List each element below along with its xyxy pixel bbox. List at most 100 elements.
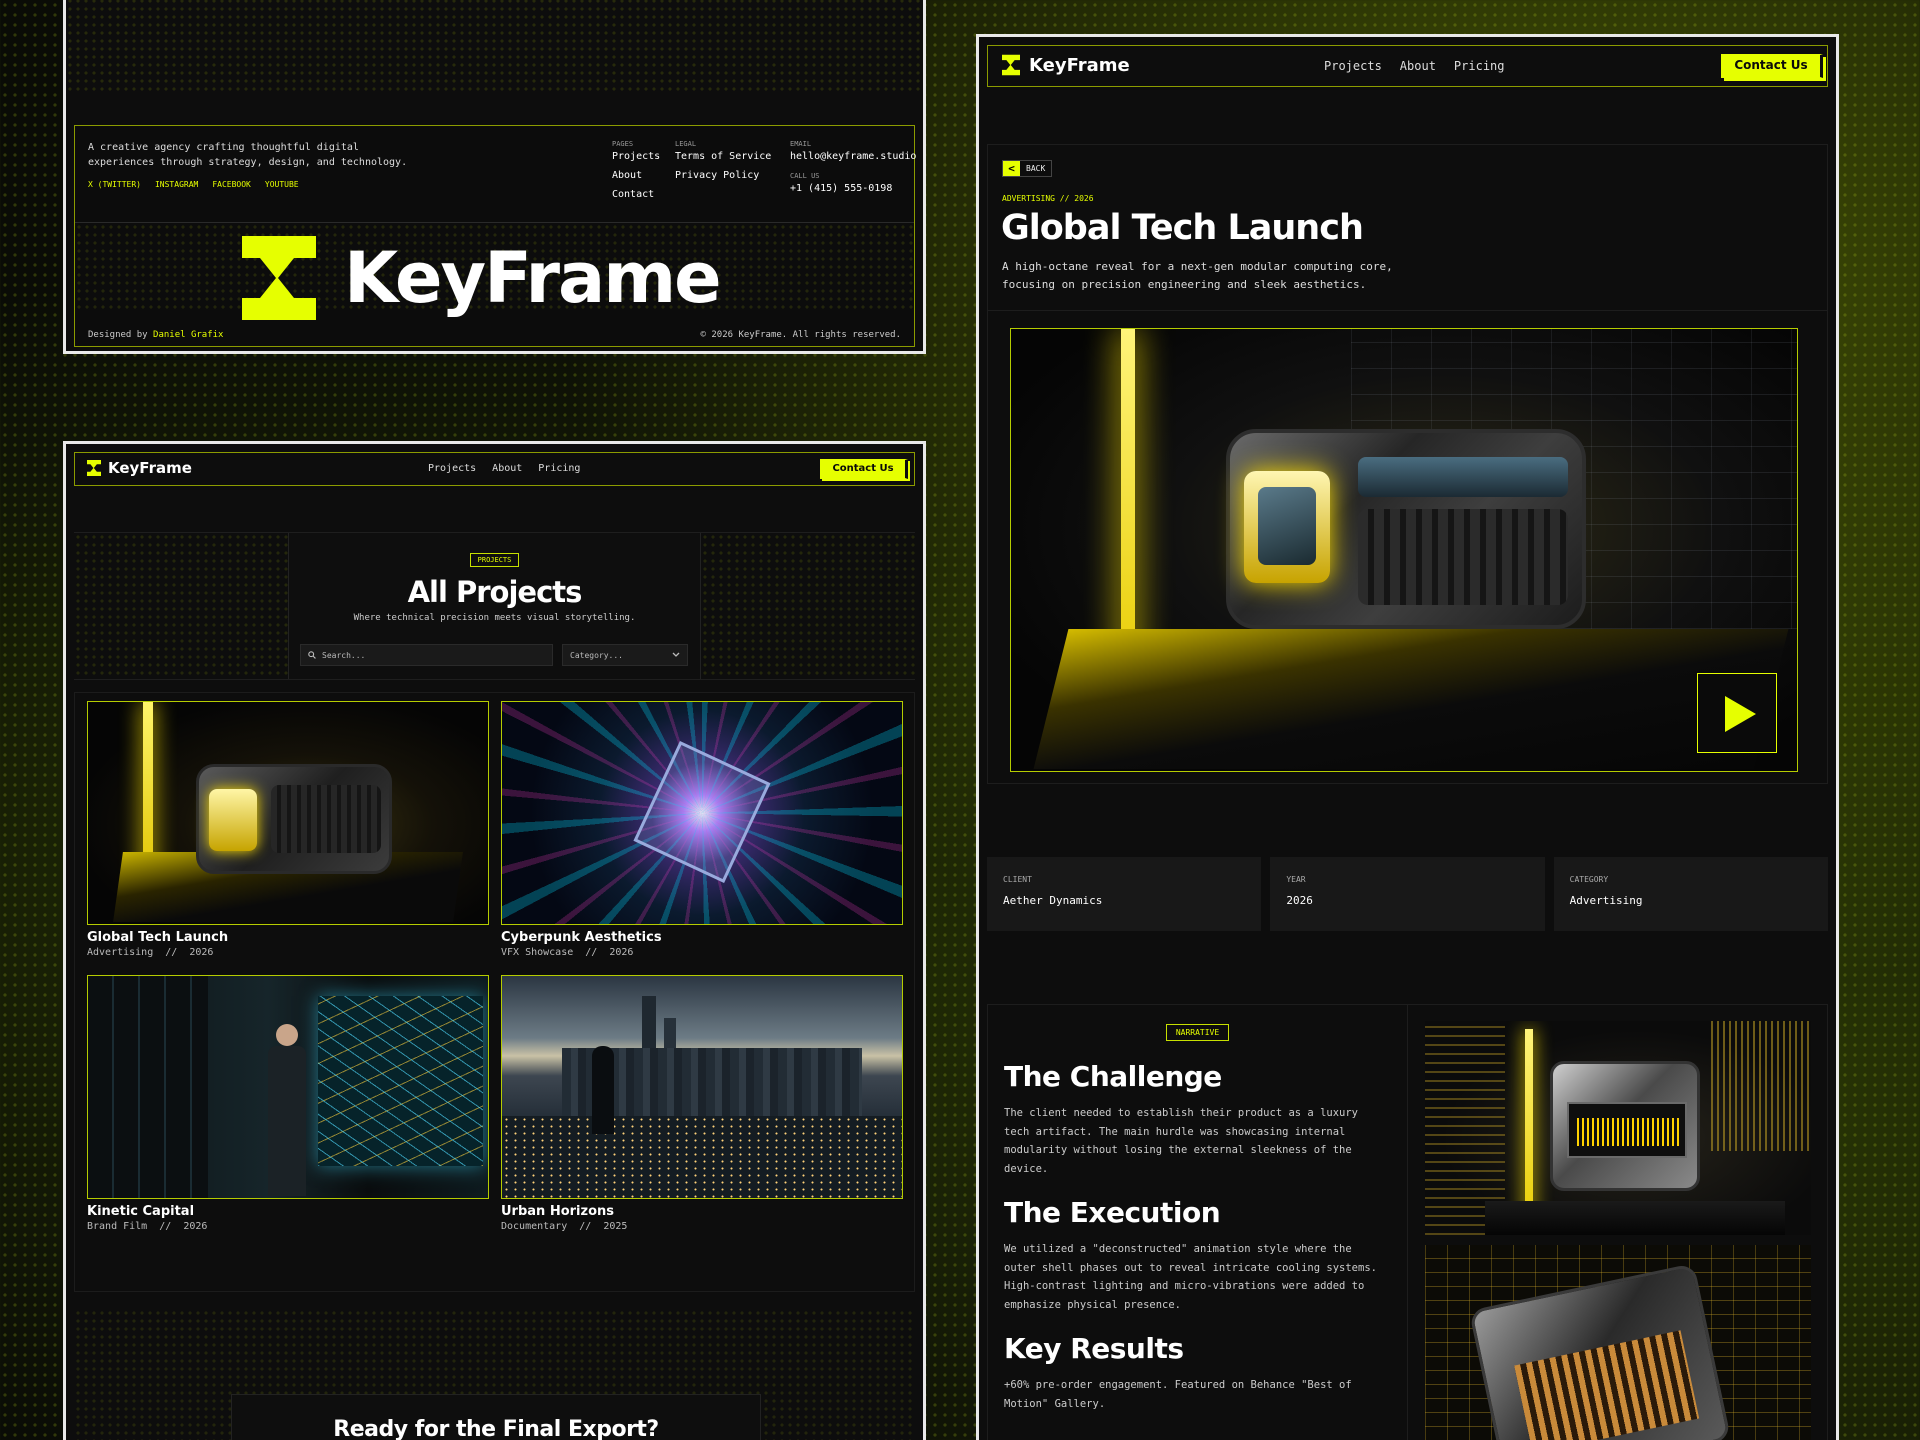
detail-hero: < BACK ADVERTISING // 2026 Global Tech L… xyxy=(987,144,1828,784)
video-player[interactable] xyxy=(1010,328,1798,772)
execution-line-4: emphasize physical presence. xyxy=(1004,1298,1182,1311)
big-logo-mark-icon xyxy=(242,236,316,320)
detail-description-line-1: A high-octane reveal for a next-gen modu… xyxy=(1002,260,1393,273)
project-card-meta-3: Brand Film // 2026 xyxy=(87,1221,208,1232)
project-card-meta-1: Advertising // 2026 xyxy=(87,947,214,958)
footer-phone[interactable]: +1 (415) 555-0198 xyxy=(790,183,916,194)
footer-link-contact[interactable]: Contact xyxy=(612,189,660,200)
social-link-x[interactable]: X (TWITTER) xyxy=(88,180,141,189)
footer-link-projects[interactable]: Projects xyxy=(612,151,660,162)
results-line-2: Motion" Gallery. xyxy=(1004,1397,1106,1410)
project-card-image-1[interactable] xyxy=(87,701,489,925)
detail-header-brand[interactable]: KeyFrame xyxy=(1002,54,1130,76)
footer-pages-label: PAGES xyxy=(612,140,634,148)
projects-tag: PROJECTS xyxy=(469,553,520,567)
footer-legal-label: LEGAL xyxy=(675,140,697,148)
detail-description-line-2: focusing on precision engineering and sl… xyxy=(1002,278,1367,291)
narrative-section: NARRATIVE The Challenge The client neede… xyxy=(987,1004,1828,1440)
footer-pages-column: PAGES Projects About Contact xyxy=(612,140,660,200)
hero-left-texture xyxy=(74,533,288,679)
search-input[interactable]: Search... xyxy=(300,644,553,666)
header-nav: Projects About Pricing xyxy=(428,463,580,474)
project-card-image-3[interactable] xyxy=(87,975,489,1199)
results-line-1: +60% pre-order engagement. Featured on B… xyxy=(1004,1379,1352,1391)
footer-link-privacy[interactable]: Privacy Policy xyxy=(675,170,771,181)
category-select[interactable]: Category... xyxy=(562,644,688,666)
detail-header-nav: Projects About Pricing xyxy=(1324,59,1505,73)
project-card-image-4[interactable] xyxy=(501,975,903,1199)
designer-link[interactable]: Daniel Grafix xyxy=(153,330,223,340)
footer-box: A creative agency crafting thoughtful di… xyxy=(74,125,916,347)
nav-pricing[interactable]: Pricing xyxy=(538,463,580,474)
stat-category: CATEGORY Advertising xyxy=(1553,857,1828,931)
projects-title: All Projects xyxy=(407,575,583,609)
stat-year-value: 2026 xyxy=(1286,894,1313,907)
stats-row: CLIENT Aether Dynamics YEAR 2026 CATEGOR… xyxy=(987,857,1828,931)
social-link-facebook[interactable]: FACEBOOK xyxy=(212,180,251,189)
detail-nav-projects[interactable]: Projects xyxy=(1324,59,1382,73)
contact-us-button[interactable]: Contact Us xyxy=(820,459,908,479)
footer-copyright: © 2026 KeyFrame. All rights reserved. xyxy=(700,330,901,340)
cta-title: Ready for the Final Export? xyxy=(333,1417,659,1440)
stat-client: CLIENT Aether Dynamics xyxy=(987,857,1262,931)
social-link-instagram[interactable]: INSTAGRAM xyxy=(155,180,198,189)
back-arrow-icon: < xyxy=(1003,161,1020,176)
footer-contact-column: EMAIL hello@keyframe.studio CALL US +1 (… xyxy=(790,140,916,194)
projects-hero: PROJECTS All Projects Where technical pr… xyxy=(74,532,915,680)
social-link-youtube[interactable]: YOUTUBE xyxy=(265,180,299,189)
header-brand[interactable]: KeyFrame xyxy=(87,459,192,477)
challenge-line-1: The client needed to establish their pro… xyxy=(1004,1107,1359,1119)
detail-title: Global Tech Launch xyxy=(1001,208,1364,248)
footer-socials: X (TWITTER) INSTAGRAM FACEBOOK YOUTUBE xyxy=(88,180,299,189)
detail-nav-pricing[interactable]: Pricing xyxy=(1454,59,1505,73)
nav-projects[interactable]: Projects xyxy=(428,463,476,474)
footer-legal-column: LEGAL Terms of Service Privacy Policy xyxy=(675,140,771,181)
projects-header: KeyFrame Projects About Pricing Contact … xyxy=(74,452,915,486)
footer-link-about[interactable]: About xyxy=(612,170,660,181)
search-placeholder: Search... xyxy=(322,650,366,660)
projects-grid: Global Tech Launch Advertising // 2026 C… xyxy=(74,692,915,1292)
video-device xyxy=(1226,429,1586,629)
stat-category-value: Advertising xyxy=(1569,894,1643,907)
project-card-title-2[interactable]: Cyberpunk Aesthetics xyxy=(501,930,662,945)
footer-panel: A creative agency crafting thoughtful di… xyxy=(63,0,926,354)
results-title: Key Results xyxy=(1004,1332,1184,1365)
narrative-image-2 xyxy=(1425,1245,1811,1440)
detail-nav-about[interactable]: About xyxy=(1400,59,1436,73)
stat-client-label: CLIENT xyxy=(1003,875,1032,884)
nav-about[interactable]: About xyxy=(492,463,522,474)
footer-about-text: A creative agency crafting thoughtful di… xyxy=(88,140,407,170)
results-body: +60% pre-order engagement. Featured on B… xyxy=(1004,1376,1352,1413)
designed-by-label: Designed by xyxy=(88,330,148,340)
final-export-cta: Ready for the Final Export? xyxy=(231,1394,761,1440)
execution-line-3: High-contrast lighting and micro-vibrati… xyxy=(1004,1280,1365,1292)
big-brand-wordmark: KeyFrame xyxy=(344,237,722,319)
stat-client-value: Aether Dynamics xyxy=(1003,894,1103,907)
play-icon xyxy=(1725,696,1756,732)
footer-credit: Designed by Daniel Grafix xyxy=(88,330,223,340)
project-card-title-4[interactable]: Urban Horizons xyxy=(501,1204,614,1219)
footer-link-terms[interactable]: Terms of Service xyxy=(675,151,771,162)
hero-center: PROJECTS All Projects Where technical pr… xyxy=(288,533,701,679)
project-card-title-1[interactable]: Global Tech Launch xyxy=(87,930,228,945)
hero-right-texture xyxy=(701,533,915,679)
back-button[interactable]: < BACK xyxy=(1002,160,1053,177)
footer-about-line-1: A creative agency crafting thoughtful di… xyxy=(88,142,359,153)
logo-mark-icon xyxy=(1002,54,1020,76)
logo-mark-icon xyxy=(87,460,101,476)
back-label: BACK xyxy=(1026,164,1046,173)
detail-contact-us-button[interactable]: Contact Us xyxy=(1721,54,1823,78)
footer-top-texture xyxy=(66,0,923,92)
narrative-image-1 xyxy=(1425,1021,1811,1235)
project-card-meta-2: VFX Showcase // 2026 xyxy=(501,947,634,958)
category-placeholder: Category... xyxy=(570,650,623,660)
play-button[interactable] xyxy=(1697,673,1777,753)
chevron-down-icon xyxy=(672,652,680,657)
detail-hero-divider xyxy=(988,310,1827,311)
project-card-image-2[interactable] xyxy=(501,701,903,925)
narrative-tag: NARRATIVE xyxy=(1165,1024,1230,1041)
project-card-title-3[interactable]: Kinetic Capital xyxy=(87,1204,194,1219)
footer-email[interactable]: hello@keyframe.studio xyxy=(790,151,916,162)
footer-about-line-2: experiences through strategy, design, an… xyxy=(88,157,408,168)
execution-title: The Execution xyxy=(1004,1196,1221,1229)
